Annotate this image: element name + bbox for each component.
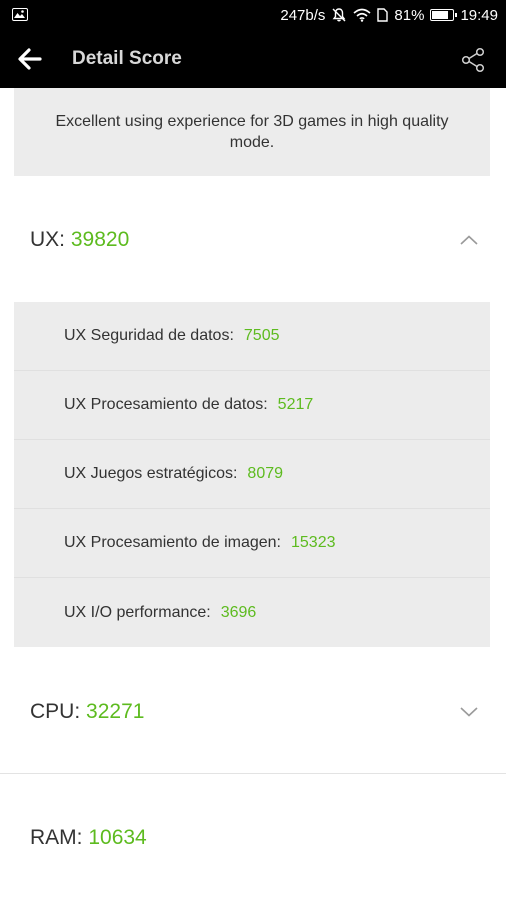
subscore-value: 8079 [247,465,284,482]
ram-value: 10634 [88,826,147,849]
subscore-value: 3696 [220,603,257,621]
chevron-down-icon[interactable] [460,707,478,717]
list-item: UX Seguridad de datos: 7505 [14,302,490,371]
score-description-card: Excellent using experience for 3D games … [14,88,490,176]
battery-fill [432,11,448,19]
ux-value: 39820 [70,228,130,251]
list-item: UX Procesamiento de datos: 5217 [14,371,490,440]
ux-section-header[interactable]: UX: 39820 [0,178,506,302]
ux-subscore-list: UX Seguridad de datos: 7505 UX Procesami… [14,302,490,647]
subscore-label: UX I/O performance: [64,603,211,621]
list-item: UX Juegos estratégicos: 8079 [14,440,490,509]
page-title: Detail Score [72,48,182,69]
image-notification-icon [12,8,28,21]
subscore-label: UX Procesamiento de imagen: [64,534,281,551]
ram-section-header[interactable]: RAM: 10634 [0,776,506,900]
cpu-score: CPU: 32271 [30,700,144,724]
cpu-label: CPU: [30,700,81,723]
clock: 19:49 [460,6,498,24]
subscore-value: 7505 [243,327,280,344]
cpu-section-header[interactable]: CPU: 32271 [0,650,506,774]
subscore-label: UX Juegos estratégicos: [64,465,238,482]
share-icon[interactable] [460,46,488,74]
subscore-value: 15323 [291,534,336,551]
ram-score: RAM: 10634 [30,826,147,850]
subscore-label: UX Procesamiento de datos: [64,396,268,413]
wifi-icon [353,8,371,22]
list-item: UX I/O performance: 3696 [14,578,490,647]
subscore-value: 5217 [277,396,314,413]
network-speed: 247b/s [280,6,326,24]
battery-icon [430,9,458,21]
chevron-up-icon[interactable] [460,235,478,245]
app-bar: Detail Score [0,30,506,88]
sim-icon [377,8,389,22]
battery-percent: 81% [394,6,425,24]
ux-label: UX: [30,228,66,251]
section-divider [0,773,506,774]
detail-content: Excellent using experience for 3D games … [0,88,506,900]
list-item: UX Procesamiento de imagen: 15323 [14,509,490,578]
arrow-left-icon[interactable] [14,44,46,74]
status-bar: 247b/s 81% 19:49 [0,0,506,30]
ram-label: RAM: [30,826,83,849]
score-description: Excellent using experience for 3D games … [55,113,449,151]
subscore-label: UX Seguridad de datos: [64,327,234,344]
cpu-value: 32271 [86,700,145,723]
ux-score: UX: 39820 [30,228,129,252]
mute-icon [331,7,347,23]
